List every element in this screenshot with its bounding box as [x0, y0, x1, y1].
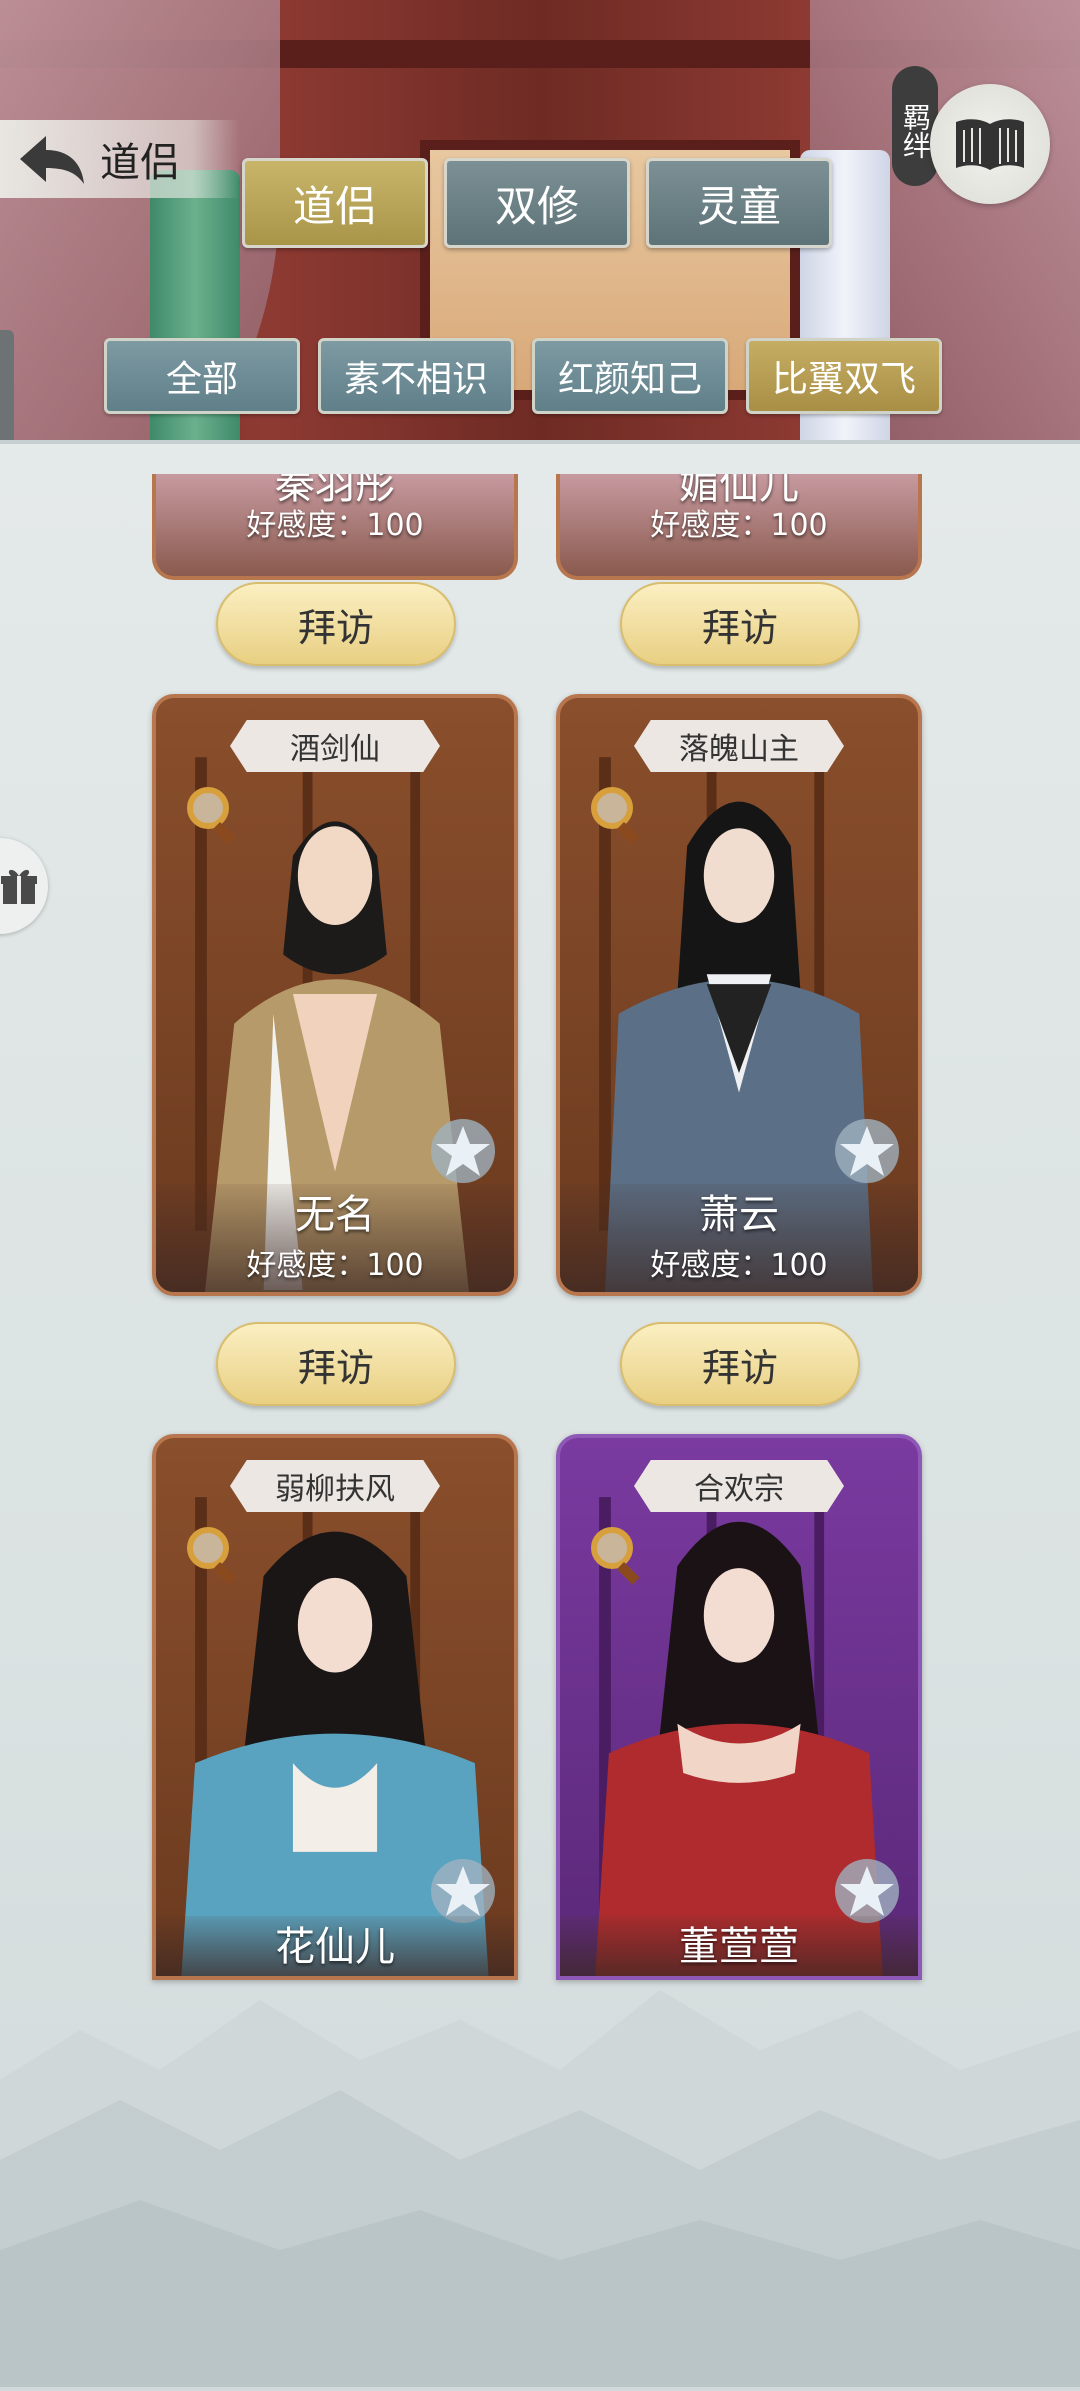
magnifier-icon[interactable]: [586, 1522, 650, 1586]
mountain-backdrop: [0, 1990, 1080, 2387]
tab-daolv[interactable]: 道侣: [242, 158, 428, 248]
title-tag: 弱柳扶风: [230, 1460, 440, 1512]
filter-soulmates[interactable]: 比翼双飞: [746, 338, 942, 414]
back-arrow-icon[interactable]: [12, 129, 92, 189]
page-title: 道侣: [100, 140, 180, 186]
favor-value: 好感度：100: [650, 508, 828, 543]
filter-label: 全部: [165, 359, 238, 400]
visit-button[interactable]: 拜访: [216, 582, 456, 666]
companion-card[interactable]: 落魄山主 萧云 好感度：100: [556, 694, 922, 1296]
visit-button[interactable]: 拜访: [620, 582, 860, 666]
tab-label: 灵童: [696, 181, 781, 231]
visit-button[interactable]: 拜访: [620, 1322, 860, 1406]
favor-value: 好感度：100: [246, 508, 424, 543]
favor-value: 好感度：100: [246, 1248, 424, 1283]
bond-label: 羁绊: [899, 103, 932, 159]
filter-all[interactable]: 全部: [104, 338, 300, 414]
gift-icon: [1, 869, 37, 904]
book-icon: [956, 119, 1024, 170]
companion-name: 董萱萱: [679, 1924, 799, 1970]
visit-button[interactable]: 拜访: [216, 1322, 456, 1406]
bond-button[interactable]: 羁绊: [892, 66, 938, 186]
companion-card-partial[interactable]: 媚仙儿 好感度：100: [556, 474, 922, 580]
magnifier-icon[interactable]: [586, 782, 650, 846]
title-tag: 合欢宗: [634, 1460, 844, 1512]
tab-lingtong[interactable]: 灵童: [646, 158, 832, 248]
magnifier-icon[interactable]: [182, 1522, 246, 1586]
filter-label: 素不相识: [343, 359, 488, 400]
magnifier-icon[interactable]: [182, 782, 246, 846]
visit-label: 拜访: [297, 605, 374, 650]
star-icon[interactable]: [428, 1116, 498, 1186]
visit-label: 拜访: [701, 1345, 778, 1390]
companion-card[interactable]: 弱柳扶风 花仙儿: [152, 1434, 518, 1980]
filter-strangers[interactable]: 素不相识: [318, 338, 514, 414]
title-tag: 酒剑仙: [230, 720, 440, 772]
star-icon[interactable]: [832, 1116, 902, 1186]
filter-confidants[interactable]: 红颜知己: [532, 338, 728, 414]
companion-card[interactable]: 合欢宗 董萱萱: [556, 1434, 922, 1980]
tab-label: 道侣: [292, 181, 377, 231]
companion-name: 萧云: [699, 1192, 779, 1238]
book-button[interactable]: [930, 84, 1050, 204]
companion-name: 花仙儿: [275, 1924, 395, 1970]
filter-label: 比翼双飞: [771, 359, 916, 400]
title-tag: 落魄山主: [634, 720, 844, 772]
companion-card[interactable]: 酒剑仙 无名 好感度：100: [152, 694, 518, 1296]
visit-label: 拜访: [297, 1345, 374, 1390]
tab-shuangxiu[interactable]: 双修: [444, 158, 630, 248]
back-bar[interactable]: 道侣: [0, 120, 240, 198]
visit-label: 拜访: [701, 605, 778, 650]
companion-name: 无名: [295, 1192, 375, 1238]
favor-value: 好感度：100: [650, 1248, 828, 1283]
main-tabs: 道侣 双修 灵童: [242, 158, 832, 248]
relation-filters: 全部 素不相识 红颜知己 比翼双飞: [104, 338, 942, 414]
tab-label: 双修: [494, 181, 579, 231]
companion-card-partial[interactable]: 秦羽彤 好感度：100: [152, 474, 518, 580]
filter-label: 红颜知己: [557, 359, 702, 400]
